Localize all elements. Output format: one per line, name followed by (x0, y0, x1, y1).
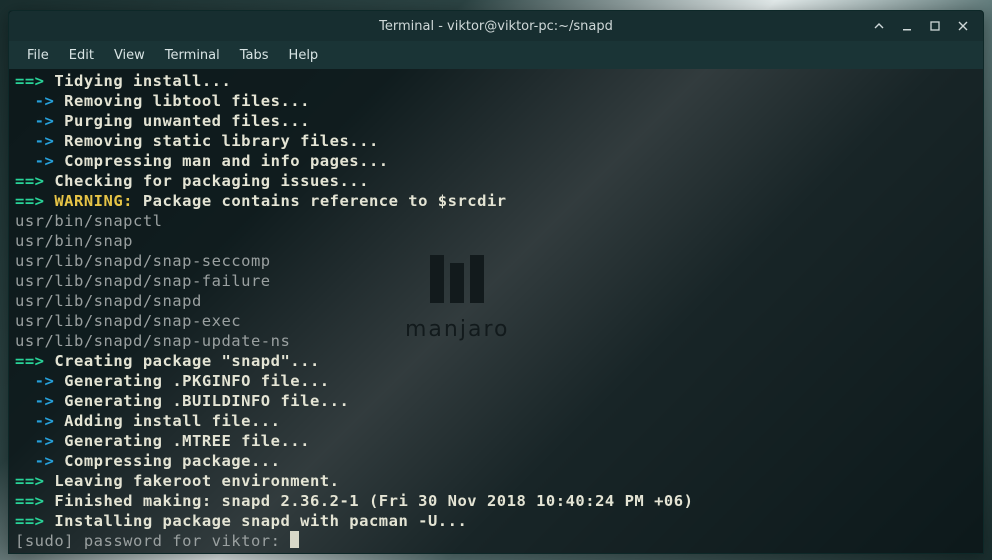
terminal-line: usr/bin/snap (15, 231, 977, 251)
terminal-line: ==> Tidying install... (15, 71, 977, 91)
close-button[interactable] (949, 14, 977, 38)
terminal-line: -> Compressing package... (15, 451, 977, 471)
terminal-line: -> Adding install file... (15, 411, 977, 431)
terminal-line: -> Purging unwanted files... (15, 111, 977, 131)
menu-view[interactable]: View (104, 44, 155, 67)
terminal-line: usr/bin/snapctl (15, 211, 977, 231)
terminal-line: usr/lib/snapd/snap-exec (15, 311, 977, 331)
terminal-line: ==> Checking for packaging issues... (15, 171, 977, 191)
terminal-cursor (290, 531, 299, 548)
terminal-line: -> Compressing man and info pages... (15, 151, 977, 171)
terminal-line: usr/lib/snapd/snap-failure (15, 271, 977, 291)
window-title: Terminal - viktor@viktor-pc:~/snapd (379, 19, 613, 34)
terminal-line: ==> Finished making: snapd 2.36.2-1 (Fri… (15, 491, 977, 511)
menu-edit[interactable]: Edit (59, 44, 104, 67)
shade-button[interactable] (865, 14, 893, 38)
terminal-line: ==> WARNING: Package contains reference … (15, 191, 977, 211)
terminal-output[interactable]: ==> Tidying install... -> Removing libto… (9, 69, 983, 553)
terminal-line: -> Generating .MTREE file... (15, 431, 977, 451)
menu-file[interactable]: File (17, 44, 59, 67)
terminal-line: usr/lib/snapd/snap-seccomp (15, 251, 977, 271)
terminal-line: ==> Leaving fakeroot environment. (15, 471, 977, 491)
terminal-line: -> Generating .BUILDINFO file... (15, 391, 977, 411)
menu-help[interactable]: Help (279, 44, 329, 67)
menu-tabs[interactable]: Tabs (230, 44, 279, 67)
terminal-line: ==> Creating package "snapd"... (15, 351, 977, 371)
terminal-line: ==> Installing package snapd with pacman… (15, 511, 977, 531)
terminal-line: -> Removing static library files... (15, 131, 977, 151)
terminal-line: [sudo] password for viktor: (15, 531, 977, 551)
terminal-window: Terminal - viktor@viktor-pc:~/snapd File… (8, 10, 984, 554)
menu-terminal[interactable]: Terminal (155, 44, 230, 67)
terminal-line: -> Removing libtool files... (15, 91, 977, 111)
terminal-line: usr/lib/snapd/snap-update-ns (15, 331, 977, 351)
window-controls (865, 11, 977, 41)
minimize-button[interactable] (893, 14, 921, 38)
terminal-line: -> Generating .PKGINFO file... (15, 371, 977, 391)
titlebar[interactable]: Terminal - viktor@viktor-pc:~/snapd (9, 11, 983, 41)
terminal-line: usr/lib/snapd/snapd (15, 291, 977, 311)
menubar: File Edit View Terminal Tabs Help (9, 41, 983, 69)
maximize-button[interactable] (921, 14, 949, 38)
